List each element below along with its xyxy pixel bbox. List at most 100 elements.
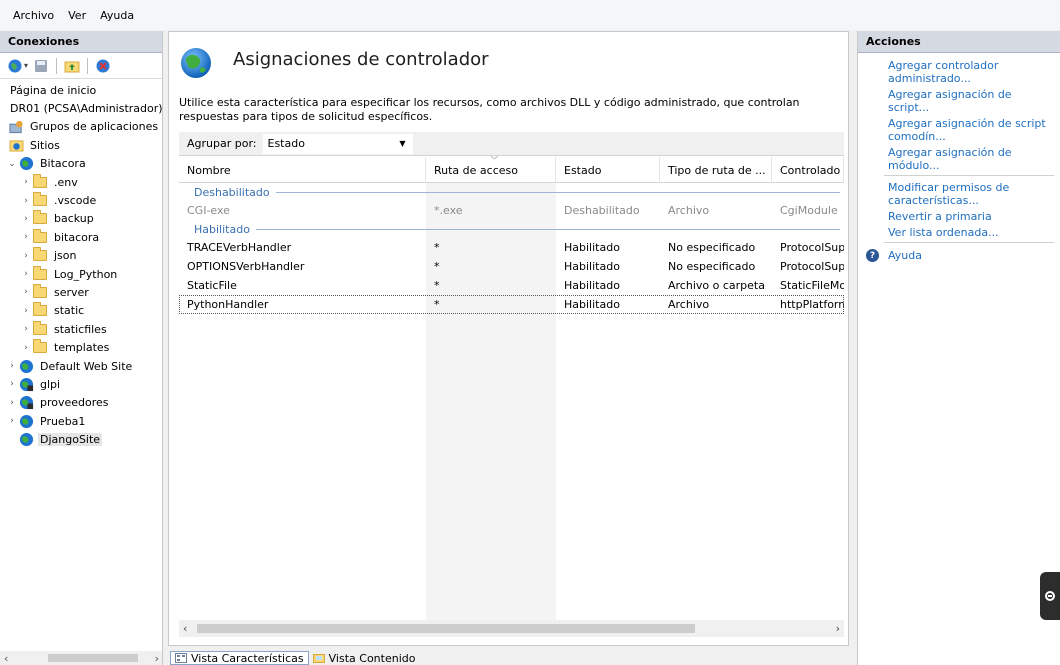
chevron-right-icon[interactable]: › <box>20 196 32 206</box>
action-agregar-controlador-administrado[interactable]: Agregar controlador administrado... <box>858 59 1060 85</box>
tree-item-label: staticfiles <box>54 322 107 336</box>
chevron-right-icon[interactable]: › <box>20 269 32 279</box>
tree-horizontal-scrollbar[interactable]: ‹ › <box>0 651 162 665</box>
tree-item[interactable]: › Default Web Site <box>0 357 162 375</box>
action-agregar-asignacion-script[interactable]: Agregar asignación de script... <box>858 88 1060 114</box>
tree-item[interactable]: Sitios <box>0 136 162 154</box>
group-by-label: Agrupar por: <box>187 137 257 150</box>
chevron-down-icon[interactable]: ⌄ <box>6 159 18 169</box>
folder-icon <box>32 173 48 189</box>
tree-item[interactable]: › bitacora <box>0 228 162 246</box>
tree-item[interactable]: Grupos de aplicaciones <box>0 118 162 136</box>
tree-item[interactable]: › Log_Python <box>0 265 162 283</box>
tree-item-label: Bitacora <box>40 157 86 171</box>
column-header-estado[interactable]: Estado <box>556 157 660 183</box>
tree-item[interactable]: DjangoSite <box>0 430 162 448</box>
tree-item[interactable]: › json <box>0 247 162 265</box>
action-agregar-asignacion-modulo[interactable]: Agregar asignación de módulo... <box>858 146 1060 172</box>
connect-globe-icon[interactable] <box>6 57 24 75</box>
column-header-nombre[interactable]: Nombre <box>179 157 426 183</box>
tree-item[interactable]: › server <box>0 283 162 301</box>
chevron-right-icon[interactable]: › <box>6 361 18 371</box>
column-header-tipo[interactable]: Tipo de ruta de ... <box>660 157 772 183</box>
app-pool-icon <box>8 120 24 134</box>
table-cell: httpPlatform <box>780 298 844 311</box>
chevron-right-icon[interactable]: › <box>20 324 32 334</box>
table-horizontal-scrollbar[interactable]: ‹ › <box>179 620 844 637</box>
table-cell: * <box>434 279 440 292</box>
chevron-right-icon[interactable]: › <box>20 177 32 187</box>
table-row[interactable]: TRACEVerbHandler * Habilitado No especifica… <box>179 238 844 257</box>
scrollbar-thumb[interactable] <box>197 624 695 633</box>
scrollbar-thumb[interactable] <box>48 654 138 662</box>
column-header-ruta[interactable]: ﹀ Ruta de acceso <box>426 156 556 183</box>
group-divider <box>275 191 840 193</box>
scroll-left-icon[interactable]: ‹ <box>4 652 8 665</box>
group-header[interactable]: Habilitado <box>179 220 844 238</box>
table-cell: ProtocolSup <box>780 260 844 273</box>
table-cell: Archivo <box>668 298 710 311</box>
table-row[interactable]: CGI-exe *.exe Deshabilitado Archivo CgiModul… <box>179 201 844 220</box>
table-row[interactable]: OPTIONSVerbHandler * Habilitado No especifi… <box>179 257 844 276</box>
table-row[interactable]: StaticFile * Habilitado Archivo o carpeta St… <box>179 276 844 295</box>
disconnect-icon[interactable] <box>94 57 112 75</box>
tree-item[interactable]: › static <box>0 302 162 320</box>
folder-icon <box>32 320 48 336</box>
tree-item[interactable]: › proveedores <box>0 394 162 412</box>
table-cell: Habilitado <box>564 279 620 292</box>
action-agregar-asignacion-script-comodin[interactable]: Agregar asignación de script comodín... <box>858 117 1060 143</box>
table-cell: * <box>434 298 440 311</box>
table-cell: * <box>434 241 440 254</box>
chevron-right-icon[interactable]: › <box>20 287 32 297</box>
chevron-right-icon[interactable]: › <box>20 232 32 242</box>
tree-item-label: server <box>54 285 89 299</box>
chevron-right-icon[interactable]: › <box>6 379 18 389</box>
folder-up-icon[interactable] <box>63 57 81 75</box>
action-ayuda[interactable]: Ayuda <box>888 249 926 262</box>
menu-ver[interactable]: Ver <box>61 9 93 22</box>
tree-item[interactable]: DR01 (PCSA\Administrador) <box>0 99 162 117</box>
tree-item[interactable]: › Prueba1 <box>0 412 162 430</box>
tree-item[interactable]: › glpi <box>0 375 162 393</box>
scroll-right-icon[interactable]: › <box>155 652 159 665</box>
action-ver-lista-ordenada[interactable]: Ver lista ordenada... <box>858 226 1060 239</box>
tree-item[interactable]: › .vscode <box>0 191 162 209</box>
chevron-right-icon[interactable]: › <box>20 306 32 316</box>
menu-bar: Archivo Ver Ayuda <box>0 0 1060 30</box>
toolbar-separator <box>56 57 58 74</box>
dropdown-arrow-icon[interactable]: ▾ <box>24 61 28 70</box>
chevron-right-icon[interactable]: › <box>6 416 18 426</box>
main-content: Asignaciones de controlador Utilice esta… <box>168 31 849 646</box>
group-name: Deshabilitado <box>194 185 270 199</box>
tree-item[interactable]: Página de inicio <box>0 81 162 99</box>
chevron-right-icon[interactable]: › <box>20 343 32 353</box>
scroll-left-icon[interactable]: ‹ <box>183 622 187 635</box>
menu-archivo[interactable]: Archivo <box>6 9 61 22</box>
folder-icon <box>32 265 48 281</box>
chevron-right-icon[interactable]: › <box>20 214 32 224</box>
table-row[interactable]: PythonHandler * Habilitado Archivo httpPlatf… <box>179 295 844 314</box>
tree-item[interactable]: › templates <box>0 338 162 356</box>
connections-panel: Conexiones ▾ Página de inicio DR01 (PCSA\… <box>0 31 163 665</box>
action-revertir-primaria[interactable]: Revertir a primaria <box>858 210 1060 223</box>
tab-vista-caracteristicas[interactable]: Vista Características <box>170 651 309 665</box>
side-collapse-tab[interactable] <box>1040 572 1060 620</box>
tree-item[interactable]: › backup <box>0 210 162 228</box>
chevron-right-icon[interactable]: › <box>6 398 18 408</box>
group-by-select[interactable]: Estado ▼ <box>262 133 413 154</box>
table-cell: Archivo o carpeta <box>668 279 765 292</box>
help-row[interactable]: ? Ayuda <box>858 249 1060 262</box>
group-header[interactable]: Deshabilitado <box>179 183 844 201</box>
tree-item[interactable]: › staticfiles <box>0 320 162 338</box>
tree-item[interactable]: › .env <box>0 173 162 191</box>
chevron-right-icon[interactable]: › <box>20 251 32 261</box>
tab-vista-contenido[interactable]: Vista Contenido <box>309 651 420 665</box>
content-view-icon <box>312 654 325 663</box>
column-header-controlado[interactable]: Controlado <box>772 157 844 183</box>
scroll-right-icon[interactable]: › <box>836 622 840 635</box>
save-icon[interactable] <box>32 57 50 75</box>
menu-ayuda[interactable]: Ayuda <box>93 9 141 22</box>
tree-item[interactable]: ⌄ Bitacora <box>0 155 162 173</box>
action-modificar-permisos[interactable]: Modificar permisos de características... <box>858 181 1060 207</box>
handler-mappings-table: Nombre ﹀ Ruta de acceso Estado Tipo de ru… <box>179 156 844 637</box>
